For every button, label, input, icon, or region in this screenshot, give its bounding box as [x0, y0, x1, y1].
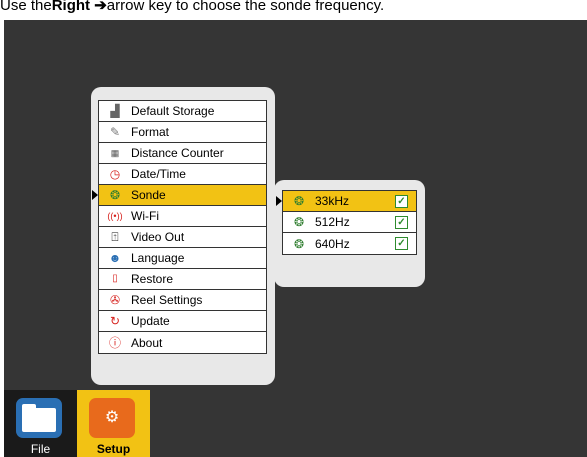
sonde-icon: ❂: [293, 215, 305, 229]
file-tab[interactable]: File: [4, 390, 77, 457]
setup-menu-panel: ▟ Default Storage ✎ Format ▦ Distance Co…: [91, 87, 275, 385]
sonde-option-33khz[interactable]: ❂ 33kHz ✓: [276, 191, 416, 212]
menu-item-update[interactable]: ↻ Update: [99, 311, 266, 332]
menu-item-distance-counter[interactable]: ▦ Distance Counter: [99, 143, 266, 164]
sonde-icon: ❂: [109, 188, 121, 202]
storage-icon: ▟: [110, 104, 120, 118]
setup-tab[interactable]: ⚙ Setup: [77, 390, 150, 457]
video-out-icon: ⍐: [111, 230, 119, 244]
sonde-submenu-panel: ❂ 33kHz ✓ ❂ 512Hz ✓ ❂ 640Hz ✓: [274, 180, 425, 287]
checkbox-checked-icon[interactable]: ✓: [395, 237, 408, 250]
menu-item-label: Reel Settings: [131, 293, 203, 307]
clock-icon: ◷: [109, 167, 121, 181]
language-icon: ☻: [108, 251, 122, 265]
sonde-icon: ❂: [293, 194, 305, 208]
format-icon: ✎: [109, 125, 121, 139]
menu-item-default-storage[interactable]: ▟ Default Storage: [99, 101, 266, 122]
restore-icon: ▯: [112, 273, 118, 284]
menu-item-format[interactable]: ✎ Format: [99, 122, 266, 143]
menu-item-date-time[interactable]: ◷ Date/Time: [99, 164, 266, 185]
menu-item-label: Wi-Fi: [131, 209, 159, 223]
checkbox-checked-icon[interactable]: ✓: [395, 195, 408, 208]
setup-tab-label: Setup: [96, 442, 131, 456]
menu-item-label: Language: [131, 251, 185, 265]
menu-item-language[interactable]: ☻ Language: [99, 248, 266, 269]
menu-item-reel-settings[interactable]: ✇ Reel Settings: [99, 290, 266, 311]
menu-item-label: Distance Counter: [131, 146, 224, 160]
selection-pointer-icon: [92, 190, 98, 200]
menu-item-restore[interactable]: ▯ Restore: [99, 269, 266, 290]
sonde-option-label: 512Hz: [315, 215, 350, 229]
device-screen: ▟ Default Storage ✎ Format ▦ Distance Co…: [4, 20, 587, 457]
menu-item-label: Restore: [131, 272, 174, 286]
menu-item-sonde[interactable]: ❂ Sonde: [92, 185, 266, 206]
menu-item-label: Sonde: [131, 188, 166, 202]
sonde-option-label: 640Hz: [315, 236, 350, 251]
menu-item-label: Video Out: [131, 230, 185, 244]
folder-icon: [16, 398, 62, 438]
sonde-option-640hz[interactable]: ❂ 640Hz ✓: [283, 233, 416, 254]
distance-counter-icon: ▦: [110, 148, 120, 158]
selection-pointer-icon: [276, 196, 282, 206]
sonde-option-label: 33kHz: [315, 194, 350, 208]
sonde-submenu: ❂ 33kHz ✓ ❂ 512Hz ✓ ❂ 640Hz ✓: [276, 190, 417, 255]
setup-menu: ▟ Default Storage ✎ Format ▦ Distance Co…: [92, 100, 267, 354]
info-icon: ⓘ: [108, 335, 121, 350]
menu-item-label: Update: [131, 314, 170, 328]
instruction-text: Use the Right ➔ arrow key to choose the …: [0, 0, 587, 20]
gears-icon: ⚙: [89, 398, 135, 438]
menu-item-label: Default Storage: [131, 104, 215, 118]
menu-item-about[interactable]: ⓘ About: [99, 332, 266, 353]
update-icon: ↻: [109, 314, 121, 328]
menu-item-label: Date/Time: [131, 167, 186, 181]
wifi-icon: ((•)): [107, 211, 123, 221]
sonde-icon: ❂: [293, 236, 305, 251]
checkbox-checked-icon[interactable]: ✓: [395, 216, 408, 229]
menu-item-label: Format: [131, 125, 170, 139]
menu-item-video-out[interactable]: ⍐ Video Out: [99, 227, 266, 248]
reel-icon: ✇: [109, 293, 121, 307]
file-tab-label: File: [30, 442, 51, 456]
sonde-option-512hz[interactable]: ❂ 512Hz ✓: [283, 212, 416, 233]
menu-item-wifi[interactable]: ((•)) Wi-Fi: [99, 206, 266, 227]
menu-item-label: About: [131, 335, 163, 350]
